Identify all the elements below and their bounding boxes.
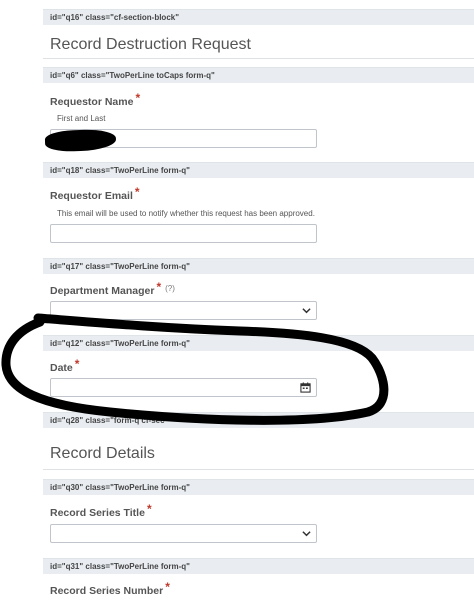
label-text: Date [50,362,73,374]
id-bar-q16: id="q16" class="cf-section-block" [43,9,474,25]
requestor-email-note: This email will be used to notify whethe… [57,209,315,218]
id-attr: id="q6" [50,71,79,80]
class-attr: class="TwoPerLine form-q" [85,339,190,348]
required-marker: * [74,357,80,371]
requestor-name-sublabel: First and Last [57,114,106,123]
class-attr: class="TwoPerLine form-q" [85,166,190,175]
class-attr: class="cf-section-block" [85,13,180,22]
id-bar-q6: id="q6" class="TwoPerLine toCaps form-q" [43,67,474,83]
divider [43,58,474,59]
label-text: Requestor Email [50,190,133,202]
record-series-title-label: Record Series Title * [50,502,152,519]
required-marker: * [165,580,170,594]
section-title-record-details: Record Details [50,445,155,462]
chevron-down-icon [302,308,311,314]
calendar-icon[interactable] [300,382,311,393]
date-input[interactable] [50,378,317,397]
class-attr: class="TwoPerLine form-q" [85,262,190,271]
id-attr: id="q12" [50,339,84,348]
id-bar-q30: id="q30" class="TwoPerLine form-q" [43,479,474,495]
label-text: Requestor Name [50,96,134,108]
id-attr: id="q28" [50,416,84,425]
requestor-email-input[interactable] [50,224,317,243]
label-text: Record Series Number [50,585,164,597]
record-series-title-select[interactable] [50,524,317,543]
id-bar-q12: id="q12" class="TwoPerLine form-q" [43,335,474,351]
requestor-email-label: Requestor Email * [50,185,140,202]
department-manager-select[interactable] [50,301,317,320]
label-text: Department Manager [50,285,155,297]
id-bar-q18: id="q18" class="TwoPerLine form-q" [43,162,474,178]
required-marker: * [156,280,162,294]
id-attr: id="q30" [50,483,84,492]
record-series-number-label: Record Series Number * [50,580,170,597]
requestor-name-label: Requestor Name * [50,91,141,108]
class-attr: class="TwoPerLine form-q" [85,483,190,492]
id-bar-q31: id="q31" class="TwoPerLine form-q" [43,558,474,574]
id-attr: id="q17" [50,262,84,271]
section-title-record-destruction: Record Destruction Request [50,36,251,53]
required-marker: * [135,91,141,105]
id-attr: id="q18" [50,166,84,175]
class-attr: class="TwoPerLine toCaps form-q" [80,71,215,80]
required-marker: * [146,502,152,516]
divider [43,469,474,470]
chevron-down-icon [302,531,311,537]
label-text: Record Series Title [50,507,145,519]
class-attr: class="form-q cf-sec [85,416,165,425]
id-bar-q17: id="q17" class="TwoPerLine form-q" [43,258,474,274]
department-manager-label: Department Manager * (?) [50,280,175,297]
redaction-mark [44,128,117,153]
id-bar-q28: id="q28" class="form-q cf-sec [43,412,474,428]
help-link[interactable]: (?) [165,284,175,293]
id-attr: id="q31" [50,562,84,571]
id-attr: id="q16" [50,13,84,22]
required-marker: * [134,185,140,199]
date-label: Date * [50,357,80,374]
class-attr: class="TwoPerLine form-q" [85,562,190,571]
